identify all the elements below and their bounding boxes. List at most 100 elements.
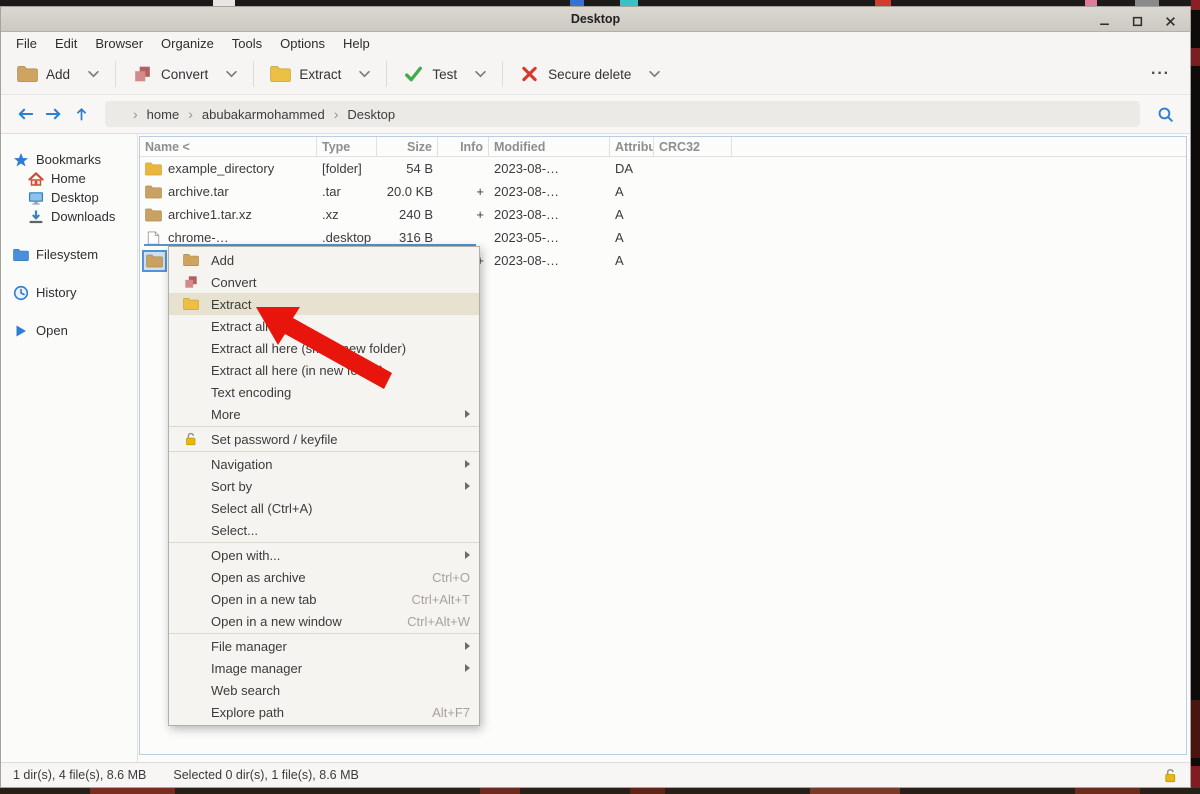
monitor-icon — [28, 190, 44, 206]
secure-delete-icon — [519, 65, 540, 83]
no-icon — [183, 501, 199, 515]
context-menu-shortcut: Ctrl+O — [432, 570, 470, 585]
context-menu-item-label: File manager — [211, 639, 457, 654]
sidebar-item-history[interactable]: History — [1, 283, 137, 302]
table-row[interactable]: archive.tar.tar20.0 KB+2023-08-…A — [140, 180, 1186, 203]
context-menu-item-text-encoding[interactable]: Text encoding — [169, 381, 479, 403]
convert-button[interactable]: Convert — [126, 61, 243, 87]
context-menu-item-sort-by[interactable]: Sort by — [169, 475, 479, 497]
context-menu-item-add[interactable]: Add — [169, 249, 479, 271]
search-icon[interactable] — [1152, 102, 1178, 126]
context-menu-item-navigation[interactable]: Navigation — [169, 453, 479, 475]
download-icon — [28, 209, 44, 225]
toolbar-more-button[interactable]: ··· — [1141, 65, 1180, 83]
context-menu-item-select-all-ctrl-a[interactable]: Select all (Ctrl+A) — [169, 497, 479, 519]
context-menu-item-file-manager[interactable]: File manager — [169, 635, 479, 657]
table-row[interactable]: archive1.tar.xz.xz240 B+2023-08-…A — [140, 203, 1186, 226]
breadcrumb-segment-home[interactable]: home — [147, 107, 180, 122]
sidebar-item-downloads[interactable]: Downloads — [1, 207, 137, 226]
context-menu-item-label: Sort by — [211, 479, 457, 494]
menu-file[interactable]: File — [7, 34, 46, 53]
context-menu-item-label: Image manager — [211, 661, 457, 676]
selected-file-icon-box — [142, 250, 167, 272]
context-menu-item-select[interactable]: Select... — [169, 519, 479, 541]
context-menu-item-open-in-a-new-tab[interactable]: Open in a new tabCtrl+Alt+T — [169, 588, 479, 610]
column-header-crc32[interactable]: CRC32 — [654, 137, 732, 156]
context-menu-item-web-search[interactable]: Web search — [169, 679, 479, 701]
close-icon[interactable] — [1165, 14, 1176, 25]
back-icon[interactable] — [13, 103, 37, 125]
breadcrumb-segment-desktop[interactable]: Desktop — [347, 107, 395, 122]
context-menu-item-extract-all-here-in-new-folder[interactable]: Extract all here (in new folder) — [169, 359, 479, 381]
file-name: example_directory — [168, 161, 274, 176]
context-menu-item-extract-all-here[interactable]: Extract all here — [169, 315, 479, 337]
context-menu-item-extract[interactable]: Extract — [169, 293, 479, 315]
context-menu-item-open-as-archive[interactable]: Open as archiveCtrl+O — [169, 566, 479, 588]
chevron-down-icon[interactable] — [475, 70, 486, 78]
context-menu-separator — [169, 426, 479, 427]
menu-edit[interactable]: Edit — [46, 34, 86, 53]
secure-delete-button[interactable]: Secure delete — [513, 61, 666, 87]
sidebar-item-home[interactable]: Home — [1, 169, 137, 188]
column-header-attribu[interactable]: Attribu — [610, 137, 654, 156]
no-icon — [183, 363, 199, 377]
menu-organize[interactable]: Organize — [152, 34, 223, 53]
no-icon — [183, 614, 199, 628]
context-menu-item-image-manager[interactable]: Image manager — [169, 657, 479, 679]
file-attributes-cell: A — [610, 207, 654, 222]
column-header-modified[interactable]: Modified — [489, 137, 610, 156]
context-menu-item-explore-path[interactable]: Explore pathAlt+F7 — [169, 701, 479, 723]
context-menu-item-set-password-keyfile[interactable]: Set password / keyfile — [169, 428, 479, 450]
breadcrumb-segment-abubakarmohammed[interactable]: abubakarmohammed — [202, 107, 325, 122]
sidebar-item-open[interactable]: Open — [1, 321, 137, 340]
context-menu-item-label: More — [211, 407, 457, 422]
no-icon — [183, 319, 199, 333]
up-icon[interactable] — [69, 103, 93, 125]
sidebar-item-desktop[interactable]: Desktop — [1, 188, 137, 207]
column-header-name[interactable]: Name < — [140, 137, 317, 156]
archive-icon — [146, 254, 163, 268]
sidebar-item-filesystem[interactable]: Filesystem — [1, 245, 137, 264]
add-button[interactable]: Add — [11, 61, 105, 87]
titlebar[interactable]: Desktop — [1, 7, 1190, 32]
column-header-type[interactable]: Type — [317, 137, 377, 156]
context-menu-item-label: Select all (Ctrl+A) — [211, 501, 470, 516]
home-icon — [28, 171, 44, 187]
context-menu-item-open-with[interactable]: Open with... — [169, 544, 479, 566]
breadcrumb[interactable]: ›home›abubakarmohammed›Desktop — [105, 101, 1140, 127]
context-menu-item-open-in-a-new-window[interactable]: Open in a new windowCtrl+Alt+W — [169, 610, 479, 632]
context-menu-item-label: Extract all here (smart new folder) — [211, 341, 470, 356]
table-row[interactable]: example_directory[folder]54 B2023-08-…DA — [140, 157, 1186, 180]
column-header-info[interactable]: Info — [438, 137, 489, 156]
toolbar-divider — [253, 61, 254, 87]
chevron-down-icon[interactable] — [649, 70, 660, 78]
context-menu-item-label: Open in a new window — [211, 614, 397, 629]
maximize-icon[interactable] — [1132, 14, 1143, 25]
breadcrumb-separator: › — [188, 106, 193, 122]
chevron-down-icon[interactable] — [226, 70, 237, 78]
column-header-size[interactable]: Size — [377, 137, 438, 156]
sidebar-item-label: Filesystem — [36, 247, 98, 262]
menu-options[interactable]: Options — [271, 34, 334, 53]
sidebar-item-bookmarks[interactable]: Bookmarks — [1, 150, 137, 169]
chevron-down-icon[interactable] — [88, 70, 99, 78]
extract-button[interactable]: Extract — [264, 61, 376, 87]
context-menu-item-label: Add — [211, 253, 470, 268]
menu-browser[interactable]: Browser — [86, 34, 152, 53]
menu-help[interactable]: Help — [334, 34, 379, 53]
minimize-icon[interactable] — [1099, 14, 1110, 25]
test-button[interactable]: Test — [397, 61, 492, 87]
sidebar-item-label: Downloads — [51, 209, 115, 224]
add-archive-icon — [17, 65, 38, 83]
file-name: chrome-… — [168, 230, 229, 245]
chevron-down-icon[interactable] — [359, 70, 370, 78]
test-icon — [403, 65, 424, 83]
play-icon — [13, 323, 29, 339]
file-attributes-cell: DA — [610, 161, 654, 176]
forward-icon[interactable] — [41, 103, 65, 125]
context-menu-item-more[interactable]: More — [169, 403, 479, 425]
context-menu-item-extract-all-here-smart-new-folder[interactable]: Extract all here (smart new folder) — [169, 337, 479, 359]
menu-tools[interactable]: Tools — [223, 34, 271, 53]
context-menu-item-convert[interactable]: Convert — [169, 271, 479, 293]
sidebar-item-label: Desktop — [51, 190, 99, 205]
